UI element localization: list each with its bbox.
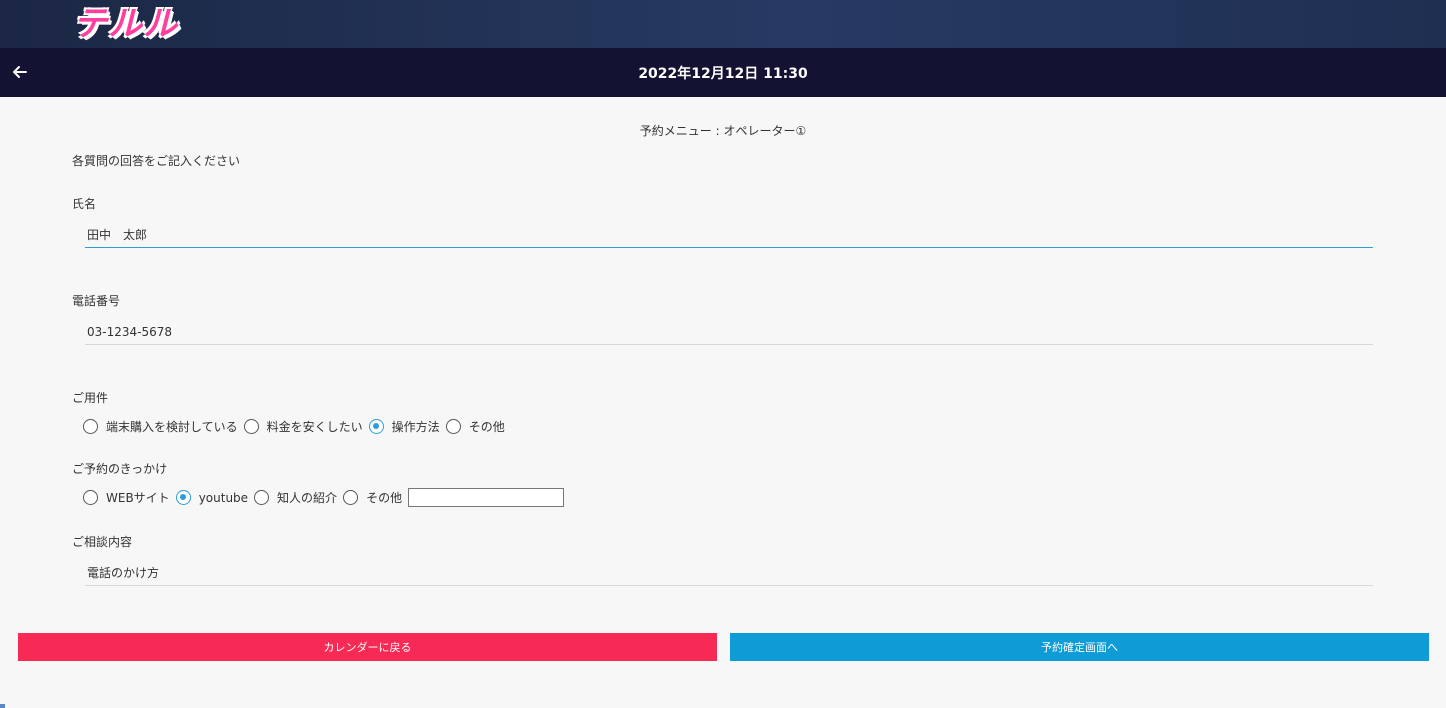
trigger-option-label: youtube (198, 490, 249, 505)
trigger-other-input[interactable] (408, 488, 565, 507)
trigger-label: ご予約のきっかけ (72, 462, 168, 476)
name-label: 氏名 (72, 197, 97, 211)
radio-button[interactable] (83, 490, 98, 505)
consultation-input[interactable] (85, 560, 1373, 586)
purpose-option-label: 操作方法 (391, 420, 440, 434)
menu-title: 予約メニュー : オペレーター① (639, 124, 807, 138)
trigger-option-label: WEBサイト (106, 491, 170, 505)
purpose-option[interactable]: 操作方法 (368, 418, 440, 435)
purpose-option[interactable]: 料金を安くしたい (243, 418, 363, 435)
radio-button[interactable] (343, 490, 359, 505)
trigger-option-label: その他 (366, 491, 403, 505)
purpose-option-label: 料金を安くしたい (266, 420, 363, 434)
trigger-option[interactable]: その他 (343, 489, 402, 506)
app-logo[interactable]: テルル (73, 3, 178, 45)
radio-button[interactable] (83, 419, 98, 434)
back-to-calendar-button[interactable]: カレンダーに戻る (18, 633, 717, 661)
radio-button[interactable] (445, 419, 461, 434)
appointment-datetime: 2022年12月12日 11:30 (638, 66, 808, 82)
top-banner: テルル (0, 0, 1446, 48)
radio-button-selected[interactable] (368, 419, 384, 434)
trigger-option-label: 知人の紹介 (277, 491, 338, 505)
consultation-label: ご相談内容 (72, 535, 133, 549)
reservation-form: 予約メニュー : オペレーター① 各質問の回答をご記入ください 氏名 電話番号 … (0, 97, 1446, 708)
name-input[interactable] (85, 222, 1373, 248)
form-instruction: 各質問の回答をご記入ください (72, 154, 241, 168)
radio-button[interactable] (243, 419, 259, 434)
radio-button[interactable] (254, 490, 270, 505)
purpose-option[interactable]: その他 (445, 418, 505, 435)
trigger-option[interactable]: WEBサイト (83, 489, 170, 506)
corner-marker (0, 704, 5, 708)
phone-label: 電話番号 (72, 294, 121, 308)
purpose-label: ご用件 (72, 391, 109, 405)
navbar: 2022年12月12日 11:30 (0, 48, 1446, 97)
trigger-radio-group: WEBサイト youtube 知人の紹介 その他 (83, 488, 565, 507)
trigger-option[interactable]: youtube (175, 490, 249, 505)
purpose-option-label: その他 (468, 420, 505, 434)
radio-button-selected[interactable] (175, 490, 191, 505)
phone-input[interactable] (85, 319, 1373, 345)
trigger-option[interactable]: 知人の紹介 (254, 489, 337, 506)
proceed-to-confirm-button[interactable]: 予約確定画面へ (730, 633, 1429, 661)
purpose-radio-group: 端末購入を検討している 料金を安くしたい 操作方法 その他 (83, 418, 511, 435)
purpose-option-label: 端末購入を検討している (106, 420, 238, 434)
purpose-option[interactable]: 端末購入を検討している (83, 418, 238, 435)
